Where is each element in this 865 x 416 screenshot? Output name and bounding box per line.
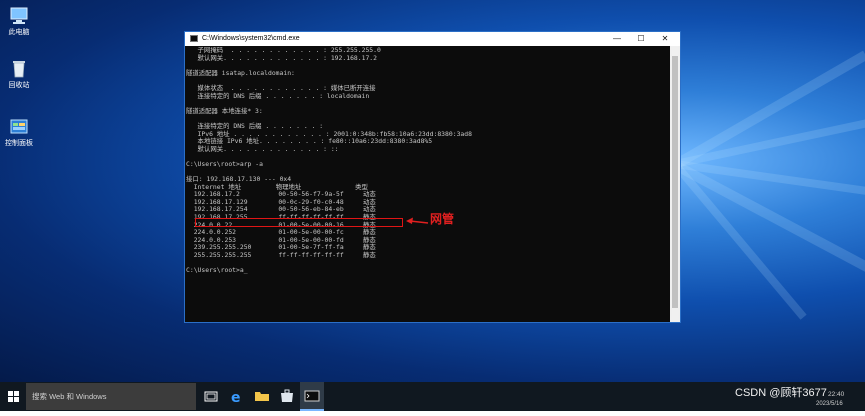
console-line: C:\Users\root>arp -a	[186, 159, 263, 168]
desktop-icon-this-pc[interactable]: 此电脑	[2, 7, 36, 37]
recycle-bin-icon	[9, 60, 29, 78]
windows-logo-icon	[8, 391, 19, 402]
cmd-taskbar-button[interactable]	[300, 382, 324, 411]
minimize-button[interactable]: —	[606, 32, 628, 46]
taskbar-search-box[interactable]: 搜索 Web 和 Windows	[26, 383, 196, 410]
svg-text:e: e	[231, 390, 241, 406]
desktop-icon-recycle-bin[interactable]: 回收站	[2, 60, 36, 90]
console-line: 默认网关. . . . . . . . . . . . . : 192.168.…	[186, 53, 378, 62]
task-view-icon	[204, 391, 218, 402]
window-titlebar[interactable]: C:\Windows\system32\cmd.exe — ☐ ✕	[185, 32, 680, 46]
store-icon	[281, 389, 293, 402]
maximize-button[interactable]: ☐	[630, 32, 652, 46]
folder-icon	[255, 392, 269, 401]
arrow-icon	[406, 217, 429, 224]
watermark: CSDN @顾轩3677	[735, 387, 827, 399]
cmd-window[interactable]: C:\Windows\system32\cmd.exe — ☐ ✕ 子网掩码 .…	[184, 31, 681, 323]
tray-time: 22:40	[828, 391, 845, 398]
scrollbar[interactable]	[670, 46, 680, 322]
console-line: 默认网关. . . . . . . . . . . . . : ::	[186, 144, 339, 153]
console-line: 连接特定的 DNS 后缀 . . . . . . . : localdomain	[186, 91, 370, 100]
tray-date: 2023/5/16	[816, 401, 843, 407]
desktop-icon-label: 回收站	[8, 82, 30, 89]
console-line: 隧道适配器 本地连接* 3:	[186, 106, 263, 115]
desktop-icon-control-panel[interactable]: 控制面板	[2, 118, 36, 148]
edge-icon: e	[231, 390, 241, 406]
edge-button[interactable]: e	[225, 382, 249, 411]
control-panel-icon	[9, 118, 29, 136]
scrollbar-thumb[interactable]	[672, 56, 678, 308]
task-view-button[interactable]	[199, 382, 223, 411]
console-line: C:\Users\root>a_	[186, 266, 248, 275]
console-line: 255.255.255.255 ff-ff-ff-ff-ff-ff 静态	[186, 251, 376, 260]
desktop-icon-label: 控制面板	[5, 140, 33, 147]
annotation-label: 网管	[430, 212, 455, 226]
console-line: 隧道适配器 isatap.localdomain:	[186, 68, 295, 77]
close-button[interactable]: ✕	[654, 32, 676, 46]
cmd-icon	[190, 35, 198, 42]
file-explorer-button[interactable]	[250, 382, 274, 411]
start-button[interactable]	[0, 382, 26, 411]
gateway-highlight-box	[195, 218, 403, 227]
store-button[interactable]	[275, 382, 299, 411]
cmd-icon	[304, 390, 320, 402]
window-title: C:\Windows\system32\cmd.exe	[202, 35, 300, 42]
desktop-icon-label: 此电脑	[8, 29, 30, 36]
console-output[interactable]: 子网掩码 . . . . . . . . . . . . : 255.255.2…	[186, 47, 670, 321]
computer-icon	[9, 7, 29, 25]
